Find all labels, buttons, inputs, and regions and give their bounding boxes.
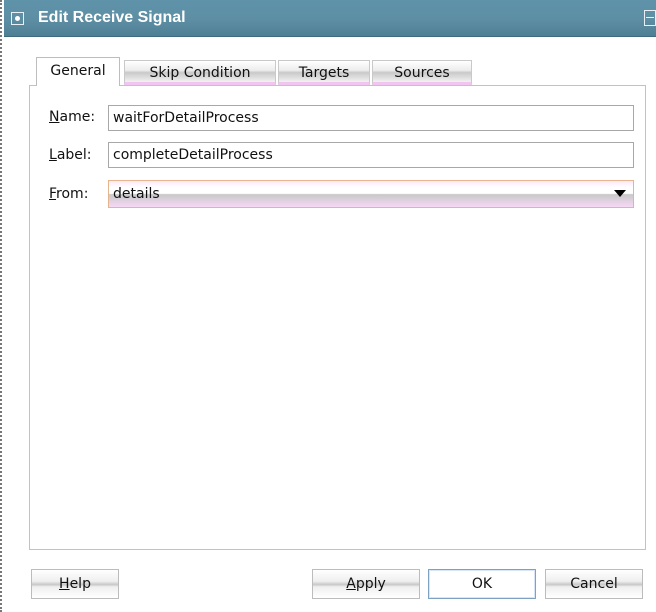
tab-skip-condition-label: Skip Condition [149,65,251,81]
from-combo[interactable]: details [108,180,634,208]
window-menu-icon[interactable] [11,12,24,25]
apply-button[interactable]: Apply [312,569,420,599]
tab-targets-label: Targets [298,65,350,81]
cancel-button[interactable]: Cancel [545,569,643,599]
tab-sources-label: Sources [394,65,450,81]
from-combo-value: details [113,186,160,202]
tab-general[interactable]: General [36,57,120,86]
ok-button[interactable]: OK [428,569,536,599]
label-field[interactable]: completeDetailProcess [108,142,634,168]
from-label: From: [49,186,89,202]
help-button[interactable]: Help [31,569,119,599]
chevron-down-icon[interactable] [614,190,626,197]
edit-receive-signal-dialog: Edit Receive Signal General Skip Conditi… [0,0,656,612]
title-bar[interactable]: Edit Receive Signal [4,0,656,37]
window-title: Edit Receive Signal [38,9,186,26]
maximize-icon[interactable] [644,10,656,26]
tab-targets[interactable]: Targets [278,60,370,85]
label-label: Label: [49,147,92,163]
tab-sources[interactable]: Sources [372,60,472,85]
name-label: Name: [49,109,96,125]
tab-general-label: General [50,63,106,79]
name-field[interactable]: waitForDetailProcess [108,105,634,131]
tab-skip-condition[interactable]: Skip Condition [124,60,276,85]
